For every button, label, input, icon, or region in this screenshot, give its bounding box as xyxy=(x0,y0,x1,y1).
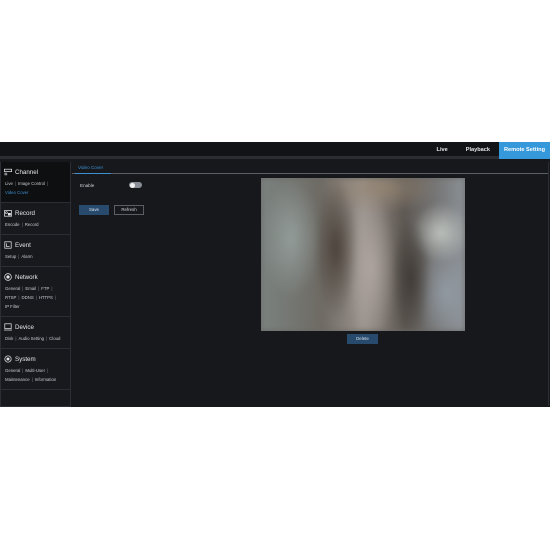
enable-label: Enable xyxy=(80,183,95,188)
sidebar-title-device: Device xyxy=(15,323,34,331)
sidebar-group-system: System General | Multi-User | Maintenance | I… xyxy=(1,349,70,390)
link-ddns[interactable]: DDNS xyxy=(22,295,34,300)
separator: | xyxy=(54,295,57,300)
separator: | xyxy=(15,336,17,341)
separator: | xyxy=(18,254,20,259)
separator: | xyxy=(51,286,53,291)
link-setup[interactable]: Setup xyxy=(5,254,16,259)
top-navigation: Live Playback Remote Setting xyxy=(428,142,550,159)
separator: | xyxy=(14,181,17,186)
device-icon xyxy=(4,323,12,331)
separator: | xyxy=(22,286,24,291)
link-https[interactable]: HTTPS xyxy=(39,295,53,300)
sidebar-group-device: Device Disk | Audio Setting | Cloud xyxy=(1,317,70,349)
link-audio-setting[interactable]: Audio Setting xyxy=(18,336,44,341)
video-preview[interactable] xyxy=(261,178,465,331)
sidebar-title-system: System xyxy=(15,355,36,363)
nav-playback[interactable]: Playback xyxy=(457,142,499,159)
separator: | xyxy=(38,286,40,291)
link-email[interactable]: Email xyxy=(25,286,36,291)
sidebar-head-network[interactable]: Network xyxy=(4,270,67,284)
sidebar-group-channel: Channel Live | Image Control | Video Cover xyxy=(1,162,70,203)
link-system-general[interactable]: General xyxy=(5,368,20,373)
separator: | xyxy=(35,295,37,300)
sidebar-title-event: Event xyxy=(15,241,31,249)
top-bar: Live Playback Remote Setting xyxy=(0,142,550,159)
sidebar-head-system[interactable]: System xyxy=(4,352,67,366)
sidebar-group-event: Event Setup | Alarm xyxy=(1,235,70,267)
nav-remote-setting[interactable]: Remote Setting xyxy=(499,142,550,159)
link-rtsp[interactable]: RTSP xyxy=(5,295,16,300)
link-cloud[interactable]: Cloud xyxy=(49,336,60,341)
event-icon xyxy=(4,241,12,249)
sidebar-title-network: Network xyxy=(15,273,38,281)
tab-bar: Video Cover xyxy=(72,162,548,174)
link-network-general[interactable]: General xyxy=(5,286,20,291)
network-icon xyxy=(4,273,12,281)
link-ip-filter[interactable]: IP Filter xyxy=(5,304,20,309)
sidebar: Channel Live | Image Control | Video Cover … xyxy=(0,162,71,407)
link-information[interactable]: Information xyxy=(35,377,57,382)
link-video-cover[interactable]: Video Cover xyxy=(5,190,29,195)
link-maintenance[interactable]: Maintenance xyxy=(5,377,30,382)
link-channel-live[interactable]: Live xyxy=(5,181,13,186)
enable-toggle[interactable] xyxy=(129,182,142,188)
sidebar-head-channel[interactable]: Channel xyxy=(4,165,67,179)
main-content: Video Cover Enable Save Refresh Delete xyxy=(72,162,549,406)
separator: | xyxy=(47,368,49,373)
separator: | xyxy=(22,368,24,373)
video-frame xyxy=(261,178,465,331)
link-encode[interactable]: Encode xyxy=(5,222,20,227)
sidebar-group-record: Record Encode | Record xyxy=(1,203,70,235)
app-window: Live Playback Remote Setting Channel Liv… xyxy=(0,142,550,407)
nav-live[interactable]: Live xyxy=(428,142,457,159)
link-alarm[interactable]: Alarm xyxy=(21,254,32,259)
sidebar-head-event[interactable]: Event xyxy=(4,238,67,252)
link-record[interactable]: Record xyxy=(25,222,39,227)
delete-button[interactable]: Delete xyxy=(347,334,378,344)
separator: | xyxy=(21,222,23,227)
separator: | xyxy=(47,181,49,186)
refresh-button[interactable]: Refresh xyxy=(114,205,144,215)
separator: | xyxy=(18,295,20,300)
link-image-control[interactable]: Image Control xyxy=(18,181,45,186)
sidebar-head-device[interactable]: Device xyxy=(4,320,67,334)
record-icon xyxy=(4,210,12,217)
system-icon xyxy=(4,355,12,363)
sidebar-title-channel: Channel xyxy=(15,168,39,176)
sidebar-title-record: Record xyxy=(15,209,35,217)
sidebar-group-network: Network General | Email | FTP | RTSP | DDNS | HTT… xyxy=(1,267,70,317)
link-disk[interactable]: Disk xyxy=(5,336,13,341)
separator: | xyxy=(31,377,33,382)
link-ftp[interactable]: FTP xyxy=(41,286,49,291)
tab-video-cover[interactable]: Video Cover xyxy=(75,162,111,174)
save-button[interactable]: Save xyxy=(79,205,109,215)
channel-icon xyxy=(4,168,12,176)
sidebar-head-record[interactable]: Record xyxy=(4,206,67,220)
link-multi-user[interactable]: Multi-User xyxy=(25,368,45,373)
separator: | xyxy=(46,336,48,341)
toggle-knob xyxy=(129,182,135,188)
